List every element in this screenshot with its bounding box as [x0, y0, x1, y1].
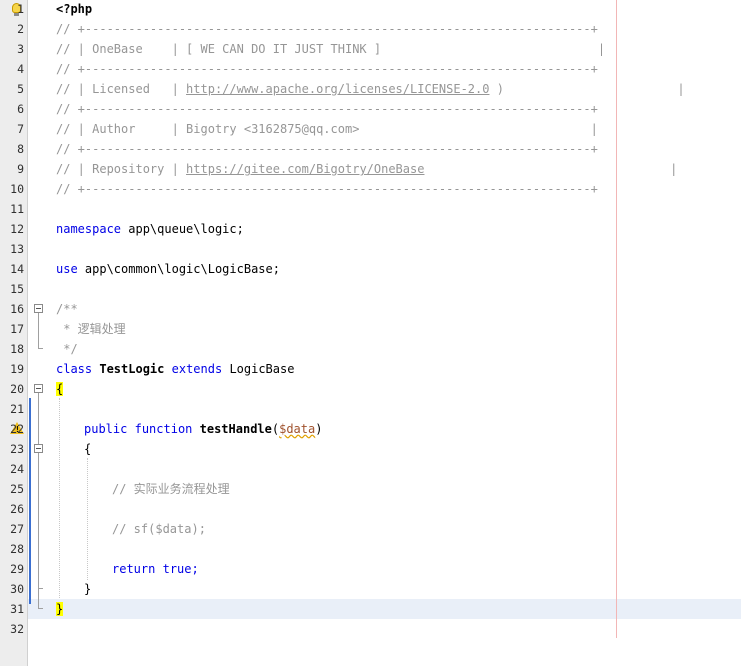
line-number[interactable]: 1 — [0, 0, 24, 19]
line-number[interactable]: 26 — [0, 499, 24, 519]
code-line-16[interactable]: /** — [56, 299, 78, 319]
line-number[interactable]: 6 — [0, 99, 24, 119]
line-number[interactable]: 29 — [0, 559, 24, 579]
code-line-19[interactable]: class TestLogic extends LogicBase — [56, 359, 294, 379]
code-line-7[interactable]: // | Author | Bigotry <3162875@qq.com> | — [56, 119, 598, 139]
indent-guide — [87, 458, 89, 580]
current-line-highlight — [28, 599, 741, 619]
unused-variable: $data — [279, 422, 316, 436]
line-number[interactable]: 16 — [0, 299, 24, 319]
code-line-18[interactable]: */ — [56, 339, 77, 359]
code-line-3[interactable]: // | OneBase | [ WE CAN DO IT JUST THINK… — [56, 39, 605, 59]
fold-end-line-31 — [38, 608, 43, 609]
fold-toggle-line-23[interactable] — [34, 444, 43, 453]
line-number[interactable]: 9 — [0, 159, 24, 179]
class-name: TestLogic — [99, 362, 165, 376]
code-line-29[interactable]: return true; — [112, 559, 199, 579]
license-link[interactable]: http://www.apache.org/licenses/LICENSE-2… — [186, 82, 489, 96]
function-name: testHandle — [199, 422, 272, 436]
base-class-name: LogicBase — [229, 362, 295, 376]
fold-toggle-line-20[interactable] — [34, 384, 43, 393]
line-number[interactable]: 8 — [0, 139, 24, 159]
keyword: return — [112, 562, 156, 576]
keyword: use — [56, 262, 78, 276]
comment-text: // | Repository | — [56, 162, 187, 176]
fold-line-function — [38, 453, 39, 588]
code-line-22[interactable]: public function testHandle($data) — [84, 419, 322, 439]
code-line-9[interactable]: // | Repository | https://gitee.com/Bigo… — [56, 159, 677, 179]
paren: ) — [315, 422, 323, 436]
code-line-17[interactable]: * 逻辑处理 — [56, 319, 125, 339]
comment-text: // | Licensed | — [56, 82, 187, 96]
line-number[interactable]: 18 — [0, 339, 24, 359]
namespace-path: app\queue\logic; — [121, 222, 244, 236]
code-line-27[interactable]: // sf($data); — [112, 519, 206, 539]
code-line-6[interactable]: // +------------------------------------… — [56, 99, 598, 119]
code-line-4[interactable]: // +------------------------------------… — [56, 59, 598, 79]
fold-end-line-30 — [38, 588, 43, 589]
code-line-10[interactable]: // +------------------------------------… — [56, 179, 598, 199]
code-line-31[interactable]: } — [56, 599, 64, 619]
code-line-25[interactable]: // 实际业务流程处理 — [112, 479, 230, 499]
keyword: namespace — [56, 222, 122, 236]
keyword: extends — [171, 362, 223, 376]
comment-text: | — [424, 162, 678, 176]
line-number[interactable]: 23 — [0, 439, 24, 459]
line-number[interactable]: 28 — [0, 539, 24, 559]
comment-text: ) | — [489, 82, 685, 96]
line-number[interactable]: 7 — [0, 119, 24, 139]
line-number[interactable]: 3 — [0, 39, 24, 59]
line-number[interactable]: 30 — [0, 579, 24, 599]
line-number[interactable]: 5 — [0, 79, 24, 99]
line-number[interactable]: 21 — [0, 399, 24, 419]
indent-guide — [59, 398, 61, 598]
matched-brace: { — [56, 382, 64, 396]
fold-line-comment — [38, 313, 39, 348]
line-number[interactable]: 10 — [0, 179, 24, 199]
code-line-1[interactable]: <?php — [56, 0, 92, 19]
matched-brace: } — [56, 602, 64, 616]
code-line-30[interactable]: } — [84, 579, 91, 599]
line-number[interactable]: 14 — [0, 259, 24, 279]
line-number[interactable]: 12 — [0, 219, 24, 239]
line-number[interactable]: 11 — [0, 199, 24, 219]
keyword: true — [162, 562, 192, 576]
use-path: app\common\logic\LogicBase; — [77, 262, 280, 276]
keyword: function — [134, 422, 193, 436]
keyword: class — [56, 362, 93, 376]
code-line-14[interactable]: use app\common\logic\LogicBase; — [56, 259, 280, 279]
line-number[interactable]: 22 — [0, 419, 24, 439]
line-number[interactable]: 4 — [0, 59, 24, 79]
code-line-12[interactable]: namespace app\queue\logic; — [56, 219, 244, 239]
line-number[interactable]: 15 — [0, 279, 24, 299]
line-number[interactable]: 31 — [0, 599, 24, 619]
code-line-8[interactable]: // +------------------------------------… — [56, 139, 598, 159]
fold-end-line-18 — [38, 348, 43, 349]
line-number[interactable]: 13 — [0, 239, 24, 259]
line-number[interactable]: 25 — [0, 479, 24, 499]
line-number[interactable]: 19 — [0, 359, 24, 379]
line-number[interactable]: 17 — [0, 319, 24, 339]
fold-toggle-line-16[interactable] — [34, 304, 43, 313]
line-number[interactable]: 24 — [0, 459, 24, 479]
code-line-20[interactable]: { — [56, 379, 64, 399]
semicolon: ; — [191, 562, 199, 576]
line-number[interactable]: 27 — [0, 519, 24, 539]
code-line-23[interactable]: { — [84, 439, 91, 459]
keyword: public — [84, 422, 128, 436]
repository-link[interactable]: https://gitee.com/Bigotry/OneBase — [186, 162, 424, 176]
line-number[interactable]: 32 — [0, 619, 24, 639]
scope-indicator-bar — [29, 398, 31, 604]
code-line-2[interactable]: // +------------------------------------… — [56, 19, 598, 39]
line-number[interactable]: 2 — [0, 19, 24, 39]
code-line-5[interactable]: // | Licensed | http://www.apache.org/li… — [56, 79, 685, 99]
line-number[interactable]: 20 — [0, 379, 24, 399]
